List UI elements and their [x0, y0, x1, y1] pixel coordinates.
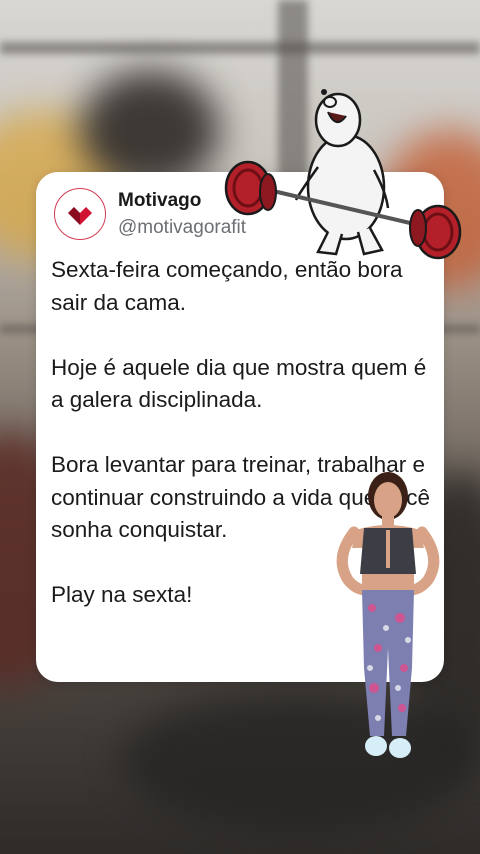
bear-deadlift-sticker	[224, 89, 462, 260]
author-name[interactable]: Motivago	[118, 190, 201, 212]
avatar[interactable]	[54, 188, 106, 240]
fitness-woman-sticker	[336, 472, 440, 758]
post-paragraph: Hoje é aquele dia que mostra quem é a ga…	[51, 354, 427, 413]
heart-logo-icon	[68, 207, 92, 225]
